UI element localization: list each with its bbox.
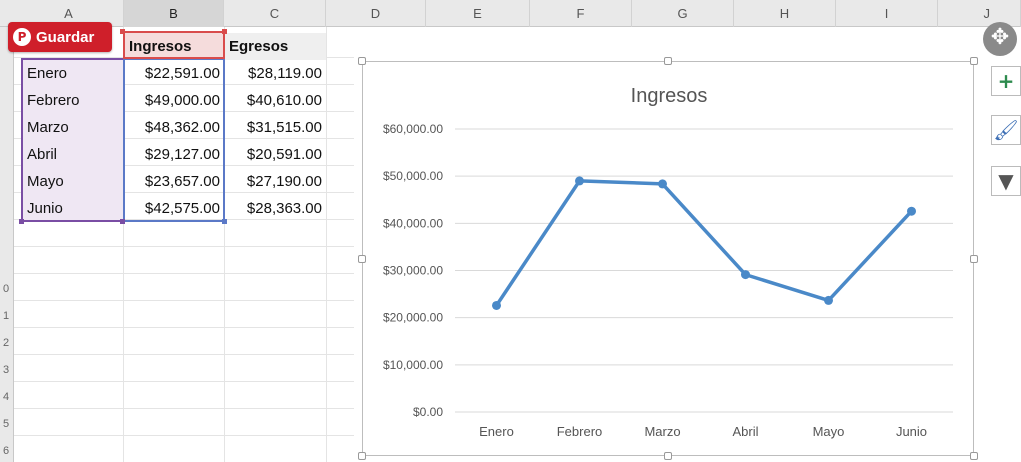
y-tick-label: $0.00	[413, 405, 443, 419]
chart-resize-handle[interactable]	[664, 57, 672, 65]
cell-egresos[interactable]: $20,591.00	[224, 141, 326, 168]
column-header-j[interactable]: J	[938, 0, 1021, 27]
cell-egresos[interactable]: $27,190.00	[224, 168, 326, 195]
x-tick-label: Enero	[479, 424, 514, 439]
grid-line	[326, 27, 327, 462]
chart-resize-handle[interactable]	[970, 57, 978, 65]
column-header-c[interactable]: C	[224, 0, 326, 27]
save-button[interactable]: P Guardar	[8, 22, 112, 52]
row-number[interactable]: 3	[0, 364, 14, 376]
chart-canvas: Ingresos $0.00 $10,000.00 $20,000.00 $30,000…	[383, 85, 953, 439]
filter-icon[interactable]: ▼	[991, 166, 1021, 196]
chart-resize-handle[interactable]	[970, 255, 978, 263]
row-number[interactable]: 0	[0, 283, 14, 295]
y-tick-label: $60,000.00	[383, 122, 443, 136]
grid-line	[14, 354, 354, 355]
grid-line	[14, 273, 354, 274]
x-tick-label: Abril	[732, 424, 758, 439]
chart-resize-handle[interactable]	[664, 452, 672, 460]
save-button-label: Guardar	[36, 28, 95, 46]
column-header-g[interactable]: G	[632, 0, 734, 27]
grid-line	[14, 408, 354, 409]
column-header-e[interactable]: E	[426, 0, 530, 27]
grid-line	[14, 435, 354, 436]
column-header-bar: A B C D E F G H I J	[0, 0, 1021, 27]
range-resize-handle[interactable]	[19, 219, 24, 224]
row-number[interactable]: 6	[0, 445, 14, 457]
range-highlight-series-name	[123, 31, 225, 59]
cell-egresos[interactable]: $28,363.00	[224, 195, 326, 222]
chart-resize-handle[interactable]	[358, 452, 366, 460]
range-resize-handle[interactable]	[120, 219, 125, 224]
plus-icon[interactable]: +	[991, 66, 1021, 96]
data-point	[492, 300, 501, 310]
column-header-f[interactable]: F	[530, 0, 632, 27]
series-line-ingresos	[495, 179, 913, 307]
row-number[interactable]: 4	[0, 391, 14, 403]
range-resize-handle[interactable]	[120, 29, 125, 34]
cell-header-egresos[interactable]: Egresos	[224, 33, 326, 60]
brush-icon[interactable]: 🖌	[991, 115, 1021, 145]
x-tick-label: Junio	[896, 424, 927, 439]
x-tick-label: Marzo	[644, 424, 680, 439]
chart-resize-handle[interactable]	[970, 452, 978, 460]
grid-line	[14, 246, 354, 247]
chart-title: Ingresos	[631, 85, 708, 107]
range-resize-handle[interactable]	[222, 219, 227, 224]
pinterest-icon: P	[13, 28, 31, 46]
range-resize-handle[interactable]	[222, 29, 227, 34]
data-point	[575, 176, 584, 186]
data-point	[658, 179, 667, 189]
column-header-d[interactable]: D	[326, 0, 426, 27]
chart-resize-handle[interactable]	[358, 57, 366, 65]
cell-egresos[interactable]: $28,119.00	[224, 60, 326, 87]
cell-egresos[interactable]: $40,610.00	[224, 87, 326, 114]
y-tick-label: $40,000.00	[383, 216, 443, 230]
move-icon[interactable]: ✥	[983, 22, 1017, 56]
y-tick-label: $30,000.00	[383, 264, 443, 278]
data-point	[824, 295, 833, 305]
row-header-strip: 0 1 2 3 4 5 6	[0, 27, 14, 462]
row-number[interactable]: 5	[0, 418, 14, 430]
grid-line	[14, 300, 354, 301]
y-tick-label: $50,000.00	[383, 169, 443, 183]
range-highlight-categories	[21, 58, 125, 222]
chart-resize-handle[interactable]	[358, 255, 366, 263]
y-tick-label: $10,000.00	[383, 358, 443, 372]
line-chart[interactable]: Ingresos $0.00 $10,000.00 $20,000.00 $30,000…	[362, 61, 974, 456]
y-tick-label: $20,000.00	[383, 311, 443, 325]
column-header-i[interactable]: I	[836, 0, 938, 27]
grid-line	[14, 381, 354, 382]
column-header-b[interactable]: B	[124, 0, 224, 27]
x-tick-label: Mayo	[813, 424, 845, 439]
row-number[interactable]: 2	[0, 337, 14, 349]
data-point	[741, 270, 750, 280]
cell-egresos[interactable]: $31,515.00	[224, 114, 326, 141]
range-highlight-values	[123, 58, 225, 222]
row-number[interactable]: 1	[0, 310, 14, 322]
data-point	[907, 206, 916, 216]
x-tick-label: Febrero	[557, 424, 603, 439]
column-header-h[interactable]: H	[734, 0, 836, 27]
grid-line	[14, 327, 354, 328]
